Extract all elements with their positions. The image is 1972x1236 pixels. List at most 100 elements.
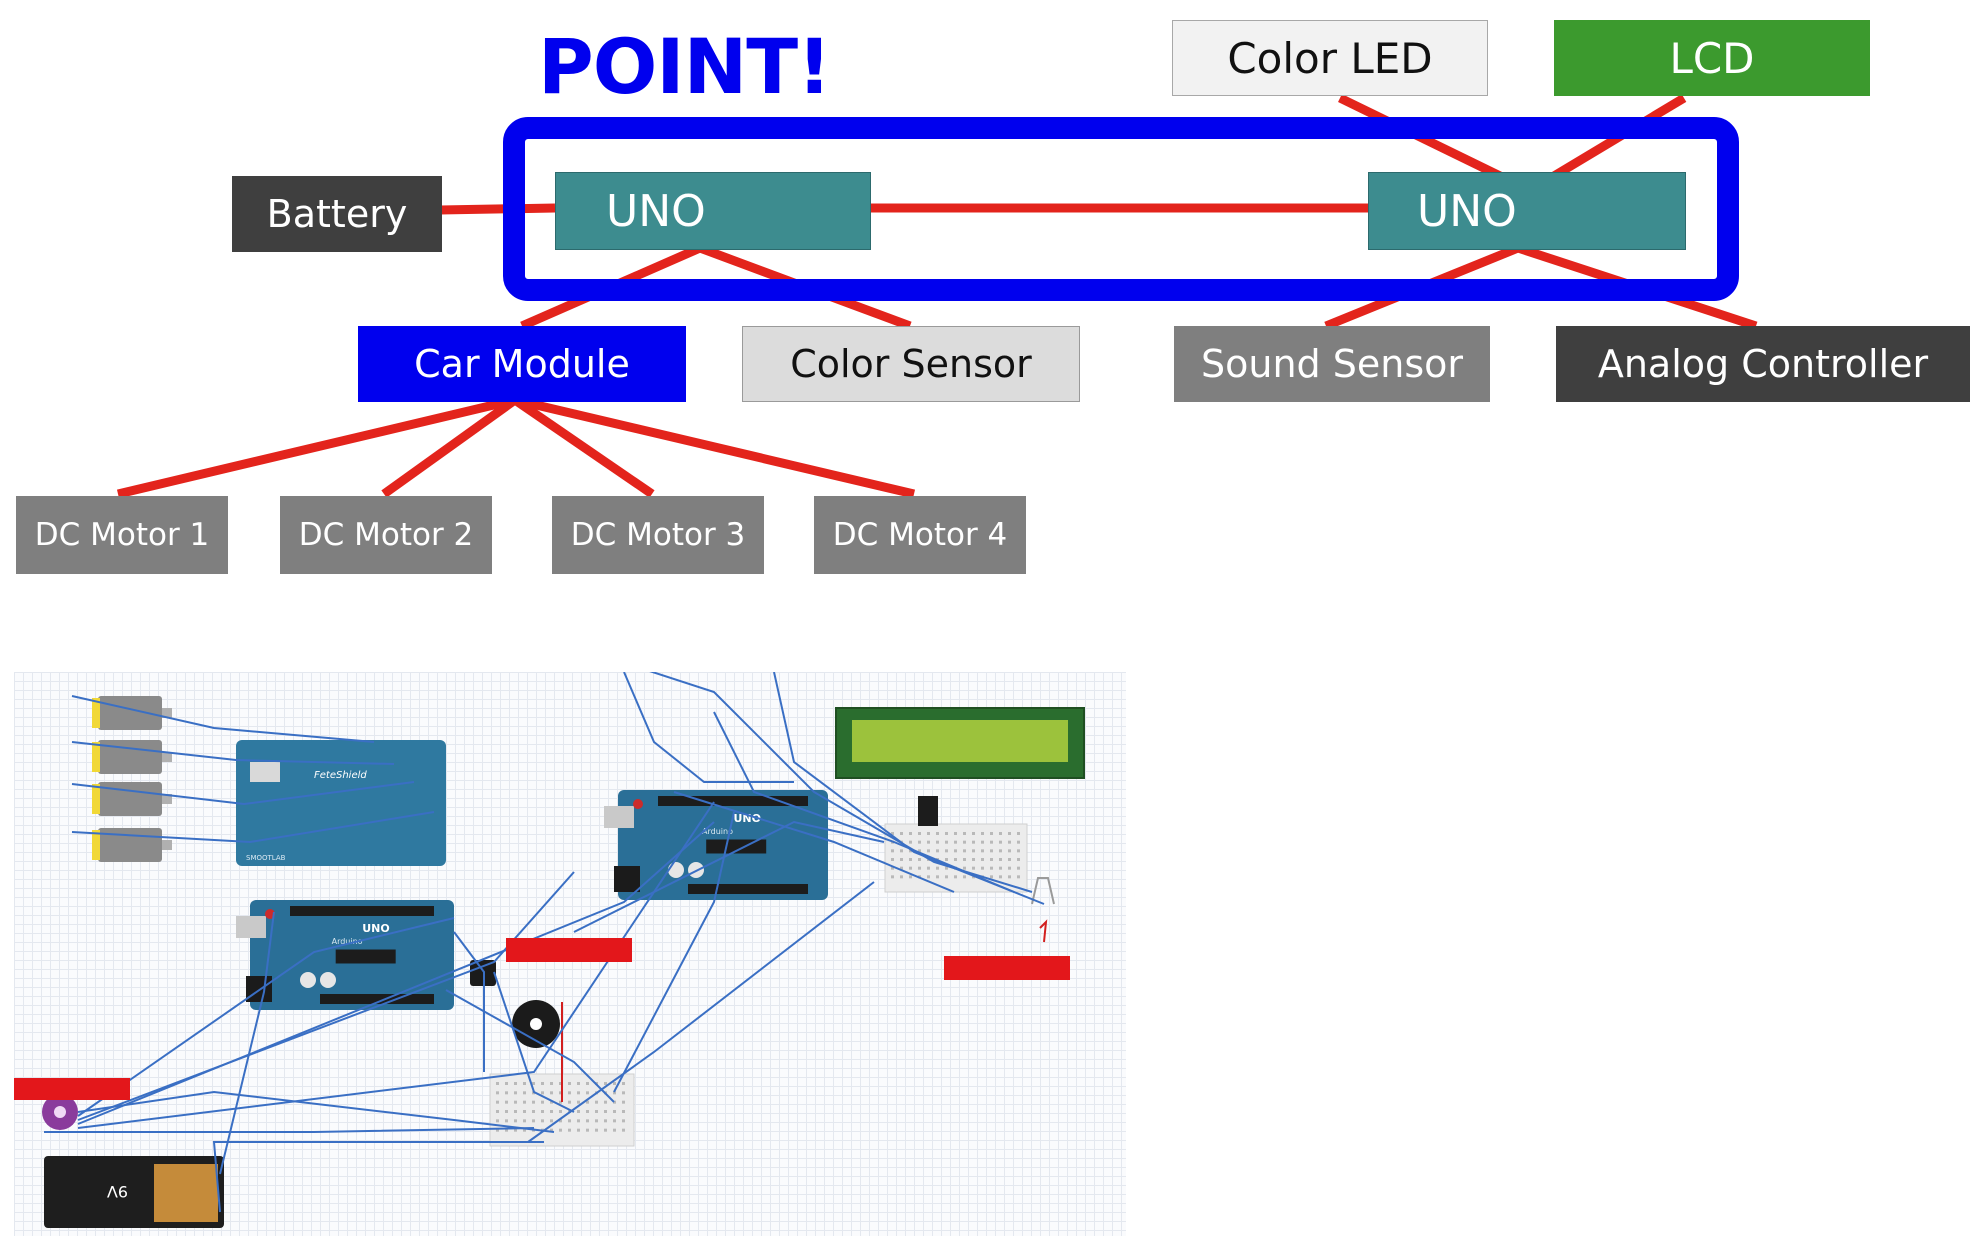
breadboard-hole [990, 840, 993, 844]
breadboard-hole [613, 1082, 616, 1085]
breadboard-hole [496, 1110, 499, 1113]
breadboard-hole [559, 1128, 562, 1132]
breadboard-hole [604, 1110, 607, 1113]
node-car-module: Car Module [358, 326, 686, 402]
led-arrow [1039, 919, 1048, 943]
breadboard-hole [936, 832, 939, 835]
potentiometer [918, 796, 938, 826]
breadboard-hole [568, 1119, 571, 1123]
node-uno-right: UNO [1368, 172, 1686, 250]
breadboard-hole [1008, 849, 1011, 853]
header-pins-top [658, 796, 808, 806]
breadboard-hole [936, 866, 939, 870]
breadboard-hole [972, 840, 975, 844]
breadboard-hole [1008, 875, 1011, 879]
breadboard-hole [990, 832, 993, 835]
breadboard-hole [972, 832, 975, 835]
point-title: POINT! [538, 22, 832, 111]
breadboard-hole [900, 849, 903, 853]
breadboard-hole [523, 1082, 526, 1085]
breadboard-hole [963, 875, 966, 879]
breadboard-hole [577, 1128, 580, 1132]
breadboard-hole [541, 1082, 544, 1085]
breadboard-hole [999, 858, 1002, 861]
node-label: DC Motor 2 [298, 517, 474, 553]
breadboard-hole [613, 1110, 616, 1113]
breadboard-hole [622, 1119, 625, 1123]
usb-port [604, 806, 634, 828]
annotation-label-color-sensor [14, 1078, 130, 1100]
breadboard-hole [595, 1119, 598, 1123]
breadboard-hole [604, 1100, 607, 1104]
breadboard-hole [954, 858, 957, 861]
breadboard-hole [622, 1091, 625, 1095]
breadboard-hole [550, 1119, 553, 1123]
breadboard-hole [936, 849, 939, 853]
breadboard-hole [909, 832, 912, 835]
uno-badge: UNO [362, 922, 390, 935]
node-uno-left: UNO [555, 172, 871, 250]
breadboard-hole [936, 875, 939, 879]
node-label: UNO [606, 185, 706, 237]
breadboard-hole [496, 1082, 499, 1085]
breadboard-hole [927, 832, 930, 835]
breadboard-hole [577, 1100, 580, 1104]
breadboard-hole [945, 875, 948, 879]
breadboard-hole [523, 1100, 526, 1104]
breadboard-hole [990, 849, 993, 853]
capacitor [300, 972, 316, 988]
dc-motor-cap-2 [92, 742, 100, 772]
breadboard-hole [514, 1091, 517, 1095]
circuit-wire-19 [44, 1127, 535, 1133]
breadboard-hole [541, 1091, 544, 1095]
breadboard-hole [945, 840, 948, 844]
capacitor [320, 972, 336, 988]
circuit-wire-12 [623, 672, 794, 783]
buzzer-center [530, 1018, 542, 1030]
breadboard-hole [909, 875, 912, 879]
breadboard-hole [1017, 875, 1020, 879]
breadboard-hole [541, 1119, 544, 1123]
breadboard-hole [613, 1128, 616, 1132]
breadboard-hole [918, 858, 921, 861]
microcontroller-chip [335, 949, 396, 964]
node-label: DC Motor 1 [34, 517, 210, 553]
breadboard-hole [568, 1082, 571, 1085]
breadboard-hole [927, 849, 930, 853]
breadboard-hole [550, 1110, 553, 1113]
breadboard-hole [586, 1119, 589, 1123]
breadboard-hole [981, 866, 984, 870]
breadboard-hole [999, 849, 1002, 853]
breadboard-hole [918, 832, 921, 835]
breadboard-hole [532, 1110, 535, 1113]
breadboard-hole [927, 866, 930, 870]
annotation-label-led [944, 956, 1070, 980]
breadboard-hole [963, 840, 966, 844]
circuit-wire-20 [212, 1141, 544, 1213]
breadboard-hole [505, 1100, 508, 1104]
breadboard-hole [927, 875, 930, 879]
motor-shield-label: FeteShield [314, 770, 367, 781]
breadboard-hole [604, 1082, 607, 1085]
breadboard-hole [595, 1100, 598, 1104]
breadboard-hole [900, 832, 903, 835]
breadboard-hole [577, 1110, 580, 1113]
motor-shield [236, 740, 446, 866]
dc-motor-cap-3 [92, 784, 100, 814]
breadboard-hole [918, 840, 921, 844]
node-label: Car Module [414, 342, 630, 386]
breadboard-hole [550, 1082, 553, 1085]
breadboard-hole [505, 1119, 508, 1123]
breadboard-hole [604, 1128, 607, 1132]
node-label: UNO [1417, 185, 1517, 237]
node-dc-motor-3: DC Motor 3 [552, 496, 764, 574]
breadboard-hole [514, 1100, 517, 1104]
breadboard-hole [514, 1110, 517, 1113]
breadboard-hole [972, 866, 975, 870]
header-pins-top [290, 906, 434, 916]
breadboard-hole [999, 866, 1002, 870]
breadboard-hole [505, 1082, 508, 1085]
breadboard-hole [891, 858, 894, 861]
breadboard-hole [523, 1119, 526, 1123]
breadboard-hole [900, 858, 903, 861]
